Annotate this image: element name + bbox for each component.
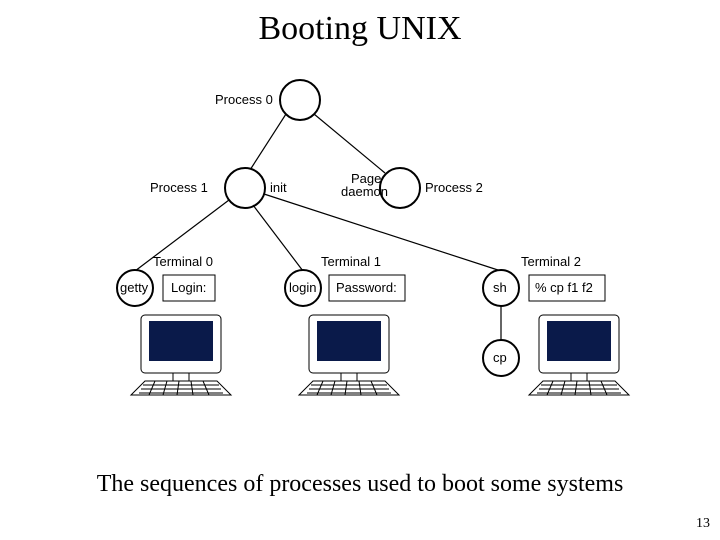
terminal-2-label: Terminal 2 <box>521 254 581 269</box>
slide-caption: The sequences of processes used to boot … <box>0 471 720 498</box>
edge-init-t2 <box>264 194 501 271</box>
cp-label: cp <box>493 350 507 365</box>
cp-cmd-text: % cp f1 f2 <box>535 280 593 295</box>
login-label: login <box>289 280 316 295</box>
process-1-label: Process 1 <box>150 180 208 195</box>
init-label: init <box>270 180 287 195</box>
computer-icon <box>529 315 629 395</box>
slide-title: Booting UNIX <box>0 10 720 48</box>
edge-init-t1 <box>253 205 303 271</box>
sh-label: sh <box>493 280 507 295</box>
getty-label: getty <box>120 280 149 295</box>
terminal-0-label: Terminal 0 <box>153 254 213 269</box>
process-0-label: Process 0 <box>215 92 273 107</box>
process-tree-diagram: Process 0 Process 1 init Page daemon Pro… <box>105 70 635 450</box>
password-text: Password: <box>336 280 397 295</box>
computer-icon <box>131 315 231 395</box>
process-2-label: Process 2 <box>425 180 483 195</box>
edge-p0-p2 <box>314 114 385 173</box>
edge-p0-p1 <box>250 114 286 170</box>
page-number: 13 <box>696 516 710 532</box>
login-prompt-text: Login: <box>171 280 206 295</box>
computer-icon <box>299 315 399 395</box>
terminal-1-label: Terminal 1 <box>321 254 381 269</box>
process-1-node <box>225 168 265 208</box>
page-daemon-label-2: daemon <box>341 184 388 199</box>
